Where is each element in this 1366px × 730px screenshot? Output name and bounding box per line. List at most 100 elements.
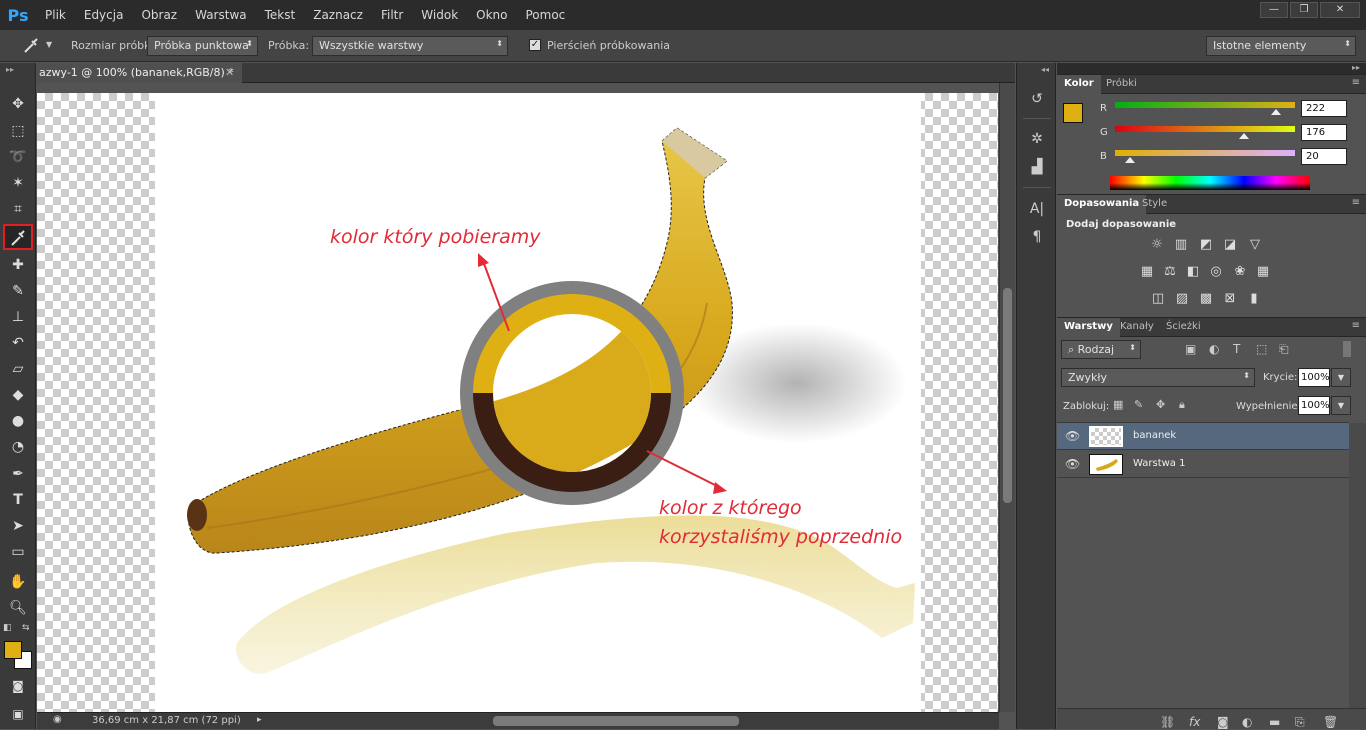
visibility-eye-icon[interactable]: 👁︎ [1065,429,1080,443]
lock-transparency-icon[interactable]: ▦ [1113,398,1123,411]
foreground-color-chip[interactable] [1063,103,1083,123]
g-value-field[interactable]: 176 [1301,124,1347,141]
filter-adjustment-icon[interactable]: ◐ [1209,342,1219,356]
zoom-tool-icon[interactable]: 🔍︎ [6,597,30,619]
delete-layer-icon[interactable]: 🗑︎ [1323,715,1338,729]
curves-icon[interactable]: ◩ [1198,237,1214,253]
photo-filter-icon[interactable]: ◎ [1208,264,1224,280]
threshold-icon[interactable]: ▩ [1198,291,1214,307]
tab-styles[interactable]: Style [1135,195,1174,214]
layer-row-bananek[interactable]: 👁︎ bananek [1057,423,1349,450]
quick-mask-icon[interactable]: ◙ [6,675,30,697]
path-select-tool-icon[interactable]: ➤ [6,515,30,537]
r-slider-knob[interactable] [1271,109,1281,115]
background-color-chip[interactable] [1071,144,1091,164]
menu-view[interactable]: Widok [412,8,467,22]
g-slider[interactable] [1115,126,1295,132]
lock-image-icon[interactable]: ✎ [1134,398,1143,411]
vertical-scroll-thumb[interactable] [1003,288,1012,503]
canvas-area[interactable]: kolor który pobieramy kolor z którego ko… [37,83,999,712]
collapse-icon[interactable]: ▸▸ [6,65,14,74]
screen-mode-icon[interactable]: ▣ [6,703,30,725]
collapse-panels-icon[interactable]: ▸▸ [1352,63,1360,72]
pen-tool-icon[interactable]: ✒ [6,463,30,485]
posterize-icon[interactable]: ▨ [1174,291,1190,307]
b-slider[interactable] [1115,150,1295,156]
close-tab-icon[interactable]: ✕ [225,66,234,79]
menu-window[interactable]: Okno [467,8,516,22]
panel-menu-icon[interactable]: ≡ [1352,320,1360,331]
foreground-color-swatch[interactable] [4,641,22,659]
color-balance-icon[interactable]: ⚖ [1162,264,1178,280]
panel-menu-icon[interactable]: ≡ [1352,197,1360,208]
lasso-tool-icon[interactable]: ➰ [6,146,30,168]
clone-stamp-tool-icon[interactable]: ⊥ [6,306,30,328]
hue-saturation-icon[interactable]: ▦ [1139,264,1155,280]
brush-presets-icon[interactable]: ✲ [1027,129,1047,149]
document-tab[interactable]: azwy-1 @ 100% (bananek,RGB/8) * [37,63,242,83]
shape-tool-icon[interactable]: ▭ [6,541,30,563]
filter-pixel-icon[interactable]: ▣ [1185,342,1196,356]
paragraph-icon[interactable]: ¶ [1027,227,1047,247]
exposure-icon[interactable]: ◪ [1222,237,1238,253]
new-group-icon[interactable]: ▬ [1269,715,1280,729]
eyedropper-icon[interactable] [22,38,40,54]
black-white-icon[interactable]: ◧ [1185,264,1201,280]
histogram-icon[interactable]: ▟ [1027,157,1047,177]
banana-artwork[interactable] [37,83,999,712]
hand-tool-icon[interactable]: ✋ [6,571,30,593]
eyedropper-tool-icon[interactable] [3,224,33,250]
default-colors-icon[interactable]: ◧ [3,623,12,633]
panel-menu-icon[interactable]: ≡ [1352,77,1360,88]
layer-row-warstwa-1[interactable]: 👁︎ Warstwa 1 [1057,451,1349,478]
paint-bucket-tool-icon[interactable]: ◆ [6,384,30,406]
filter-type-icon[interactable]: T [1233,342,1240,356]
color-lookup-icon[interactable]: ▦ [1255,264,1271,280]
opacity-field[interactable]: 100% [1298,368,1330,387]
lock-all-icon[interactable]: 🔒︎ [1179,398,1185,412]
type-tool-icon[interactable]: T [6,489,30,511]
collapse-dock-icon[interactable]: ◂◂ [1041,65,1049,74]
blur-tool-icon[interactable]: ● [6,410,30,432]
filter-toggle[interactable] [1343,341,1351,357]
history-brush-tool-icon[interactable]: ↶ [6,332,30,354]
status-info-icon[interactable]: ◉ [53,714,62,725]
restore-button[interactable]: ❐ [1290,2,1318,18]
tab-layers[interactable]: Warstwy [1057,318,1120,337]
marquee-tool-icon[interactable]: ⬚ [6,120,30,142]
tool-preset-chevron-icon[interactable]: ▼ [46,40,52,49]
menu-file[interactable]: Plik [36,8,75,22]
sample-size-select[interactable]: Próbka punktowa ⬍ [147,36,258,56]
filter-shape-icon[interactable]: ⬚ [1256,342,1267,356]
brush-tool-icon[interactable]: ✎ [6,280,30,302]
levels-icon[interactable]: ▥ [1173,237,1189,253]
dodge-tool-icon[interactable]: ◔ [6,436,30,458]
vibrance-icon[interactable]: ▽ [1247,237,1263,253]
visibility-eye-icon[interactable]: 👁︎ [1065,457,1080,471]
healing-brush-tool-icon[interactable]: ✚ [6,254,30,276]
tab-adjustments[interactable]: Dopasowania [1057,195,1147,214]
layer-filter-select[interactable]: ⌕ Rodzaj ⬍ [1061,340,1141,359]
fill-field[interactable]: 100% [1298,396,1330,415]
menu-edit[interactable]: Edycja [75,8,133,22]
tab-channels[interactable]: Kanały [1113,318,1161,337]
layers-scrollbar[interactable] [1349,423,1366,708]
workspace-select[interactable]: Istotne elementy ⬍ [1206,36,1356,56]
opacity-dropdown-icon[interactable]: ▼ [1331,368,1351,387]
tab-paths[interactable]: Ścieżki [1159,318,1208,337]
menu-filter[interactable]: Filtr [372,8,412,22]
history-icon[interactable]: ↺ [1027,89,1047,109]
g-slider-knob[interactable] [1239,133,1249,139]
status-menu-arrow-icon[interactable]: ▸ [257,715,262,725]
new-adjustment-layer-icon[interactable]: ◐ [1242,715,1252,729]
close-button[interactable]: ✕ [1320,2,1360,18]
add-mask-icon[interactable]: ◙ [1217,715,1229,729]
link-layers-icon[interactable]: ⛓ [1160,715,1175,729]
crop-tool-icon[interactable]: ⌗ [6,198,30,220]
blend-mode-select[interactable]: Zwykły ⬍ [1061,368,1255,387]
sample-select[interactable]: Wszystkie warstwy ⬍ [312,36,508,56]
menu-image[interactable]: Obraz [132,8,186,22]
lock-position-icon[interactable]: ✥ [1156,398,1165,411]
r-value-field[interactable]: 222 [1301,100,1347,117]
tab-swatches[interactable]: Próbki [1099,75,1144,94]
